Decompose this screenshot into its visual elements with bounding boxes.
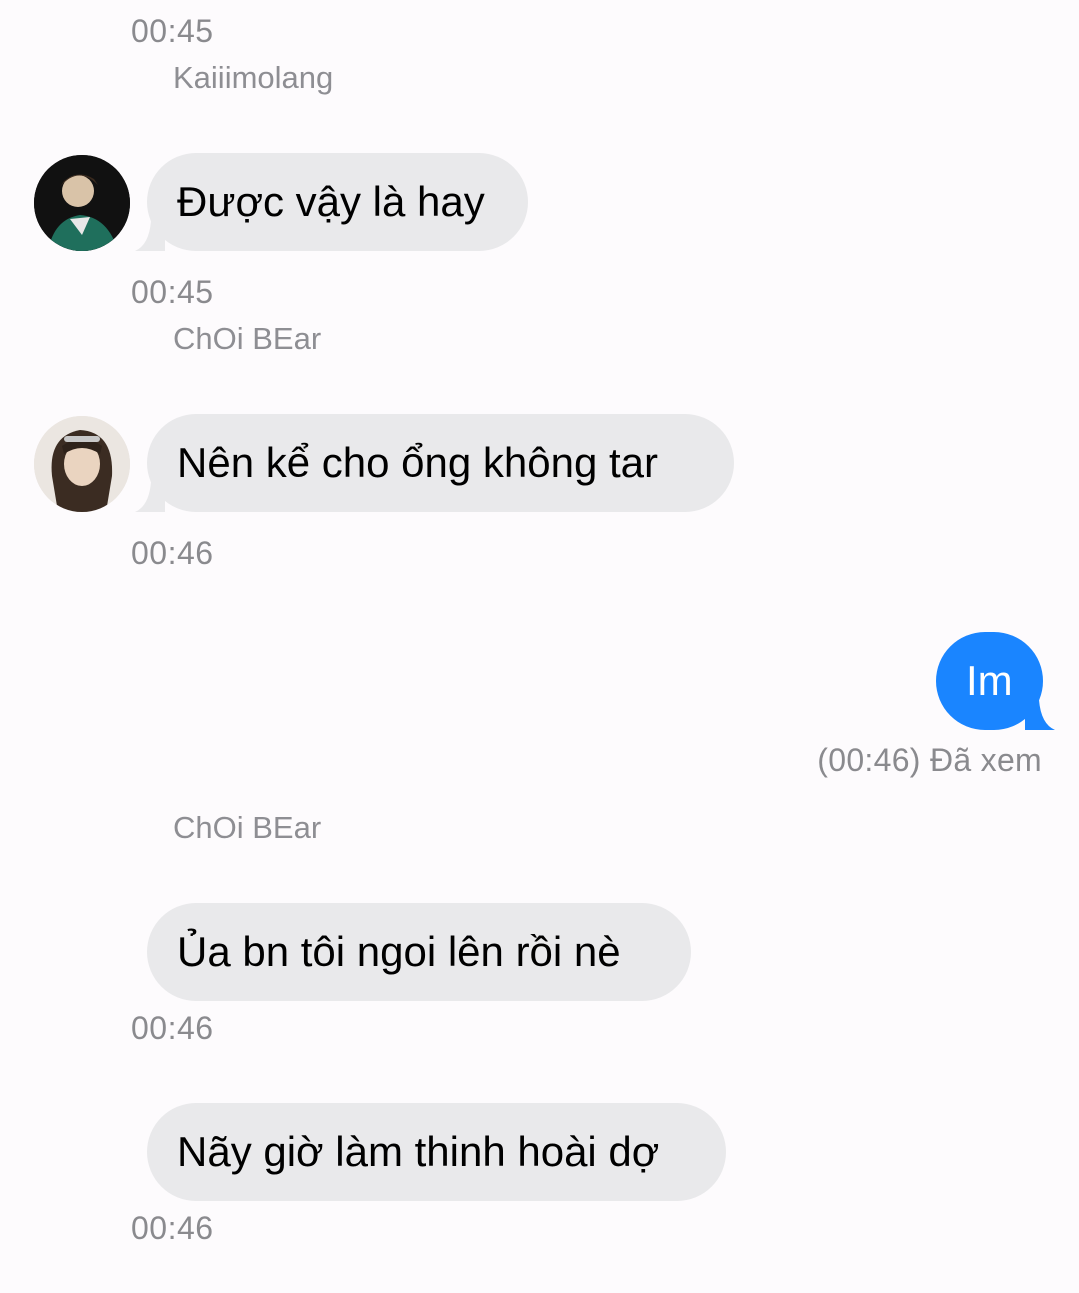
message-text: Được vậy là hay (177, 178, 485, 225)
message-text: Im (966, 657, 1013, 704)
timestamp: 00:46 (131, 1010, 214, 1046)
sender-name: ChOi BEar (173, 810, 322, 845)
message-bubble[interactable]: Nên kể cho ổng không tar (135, 414, 734, 512)
avatar-photo-icon (34, 155, 130, 251)
sender-name: ChOi BEar (173, 321, 322, 356)
message-bubble[interactable]: Ủa bn tôi ngoi lên rồi nè (147, 903, 691, 1001)
bubble-tail-icon (135, 482, 165, 512)
avatar[interactable] (34, 155, 130, 251)
outgoing-message-bubble[interactable]: Im (936, 632, 1055, 730)
message-text: Nên kể cho ổng không tar (177, 439, 658, 486)
message-bubble[interactable]: Được vậy là hay (135, 153, 528, 251)
timestamp: 00:46 (131, 1210, 214, 1246)
message-text: Nãy giờ làm thinh hoài dợ (177, 1128, 660, 1175)
timestamp: 00:45 (131, 13, 214, 49)
avatar[interactable] (34, 416, 130, 512)
message-text: Ủa bn tôi ngoi lên rồi nè (177, 928, 621, 975)
seen-status: (00:46) Đã xem (817, 742, 1042, 778)
avatar-photo-icon (34, 416, 130, 512)
message-bubble[interactable]: Nãy giờ làm thinh hoài dợ (147, 1103, 726, 1201)
bubble-tail-icon (1025, 700, 1055, 730)
timestamp: 00:46 (131, 535, 214, 571)
sender-name: Kaiiimolang (173, 60, 334, 95)
timestamp: 00:45 (131, 274, 214, 310)
bubble-tail-icon (135, 221, 165, 251)
